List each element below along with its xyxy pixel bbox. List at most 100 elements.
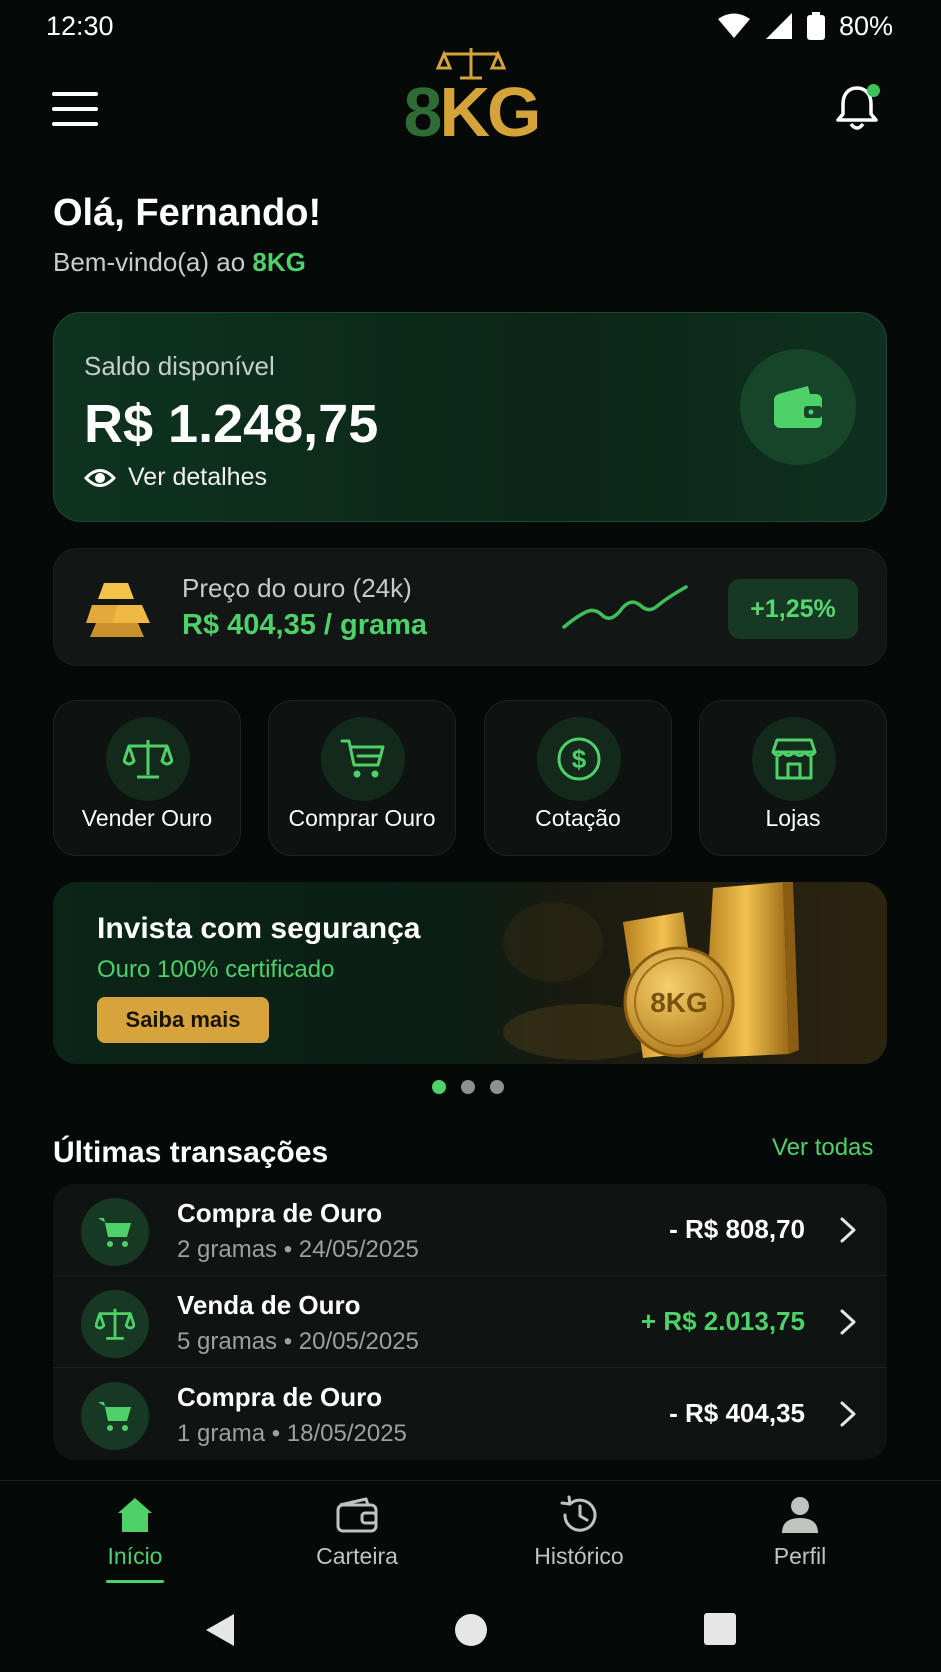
nav-profile[interactable]: Perfil (710, 1495, 890, 1575)
gold-price-label: Preço do ouro (24k) (182, 573, 412, 603)
gold-price-card[interactable]: Preço do ouro (24k) R$ 404,35 / grama +1… (53, 548, 887, 666)
price-change-badge: +1,25% (728, 579, 858, 639)
back-icon[interactable] (204, 1612, 236, 1648)
transaction-title: Compra de Ouro (177, 1382, 383, 1412)
status-icons: 80% (717, 11, 893, 42)
logo-digit: 8 (403, 73, 443, 151)
nav-home[interactable]: Início (45, 1495, 225, 1575)
banner-title: Invista com segurança (97, 912, 421, 945)
cart-icon (98, 1402, 131, 1431)
gold-bars-icon (86, 583, 150, 637)
gold-price-value: R$ 404,35 / grama (182, 609, 428, 641)
balance-value: R$ 1.248,75 (84, 394, 379, 454)
promo-banner[interactable]: 8KG Invista com segurança Ouro 100% cert… (53, 882, 887, 1064)
transaction-row[interactable]: Compra de Ouro 1 grama • 18/05/2025 - R$… (53, 1368, 887, 1460)
carousel-indicator (432, 1080, 504, 1094)
sell-gold-label: Vender Ouro (81, 805, 213, 831)
svg-text:$: $ (572, 744, 587, 774)
greeting: Olá, Fernando! Bem-vindo(a) ao 8KG (53, 192, 321, 278)
nav-profile-label: Perfil (773, 1543, 827, 1569)
transaction-subtitle: 1 grama • 18/05/2025 (177, 1420, 407, 1447)
wifi-icon (717, 13, 750, 38)
balance-label: Saldo disponível (84, 351, 275, 381)
gold-bars-coin-image: 8KG (503, 882, 799, 1060)
transactions-list: Compra de Ouro 2 gramas • 24/05/2025 - R… (53, 1184, 887, 1460)
notification-button[interactable] (834, 84, 880, 137)
cart-icon (98, 1218, 131, 1247)
transaction-row[interactable]: Venda de Ouro 5 gramas • 20/05/2025 + R$… (53, 1276, 887, 1368)
quote-button[interactable]: $ Cotação (484, 700, 672, 856)
menu-icon-line (52, 107, 98, 111)
app-header: 8KG (0, 44, 941, 174)
menu-button[interactable] (52, 92, 98, 128)
wallet-icon (774, 386, 822, 428)
price-sparkline (562, 585, 688, 629)
quick-actions: Vender Ouro Comprar Ouro $ Cotação Lojas (53, 700, 887, 856)
dollar-icon: $ (557, 737, 601, 781)
history-icon (560, 1495, 597, 1532)
quote-label: Cotação (535, 805, 621, 831)
action-icon-circle (106, 717, 190, 801)
system-nav-bar (0, 1590, 941, 1672)
bottom-nav: Início Carteira Histórico Perfil (0, 1480, 941, 1580)
status-time: 12:30 (46, 10, 114, 41)
coin-text: 8KG (650, 987, 708, 1018)
stores-label: Lojas (765, 805, 821, 831)
view-all-link[interactable]: Ver todas (772, 1134, 873, 1162)
buy-gold-button[interactable]: Comprar Ouro (268, 700, 456, 856)
transactions-title: Últimas transações (53, 1136, 329, 1169)
menu-icon-line (52, 122, 98, 126)
logo-letters: KG (439, 73, 541, 151)
carousel-dot[interactable] (461, 1080, 475, 1094)
nav-history-label: Histórico (534, 1543, 624, 1569)
scale-icon (95, 1308, 135, 1340)
chevron-right-icon (840, 1401, 856, 1427)
signal-icon (765, 13, 792, 39)
nav-active-indicator (106, 1580, 164, 1583)
transaction-icon-circle (81, 1382, 149, 1450)
transaction-icon-circle (81, 1198, 149, 1266)
balance-card: Saldo disponível R$ 1.248,75 Ver detalhe… (53, 312, 887, 522)
greeting-subtitle-text: Bem-vindo(a) ao (53, 247, 253, 277)
transaction-subtitle: 2 gramas • 24/05/2025 (177, 1236, 419, 1263)
action-icon-circle: $ (537, 717, 621, 801)
nav-home-label: Início (107, 1543, 163, 1569)
stores-button[interactable]: Lojas (699, 700, 887, 856)
transaction-row[interactable]: Compra de Ouro 2 gramas • 24/05/2025 - R… (53, 1184, 887, 1276)
home-icon (118, 1498, 152, 1532)
greeting-subtitle: Bem-vindo(a) ao 8KG (53, 247, 321, 278)
cart-icon (340, 739, 385, 778)
transaction-subtitle: 5 gramas • 20/05/2025 (177, 1328, 419, 1355)
nav-history[interactable]: Histórico (489, 1495, 669, 1575)
chevron-right-icon (840, 1217, 856, 1243)
wallet-icon (336, 1497, 378, 1533)
greeting-brand: 8KG (252, 247, 306, 277)
action-icon-circle (321, 717, 405, 801)
eye-icon (84, 468, 116, 487)
action-icon-circle (752, 717, 836, 801)
notification-badge (867, 84, 880, 97)
home-circle-icon[interactable] (453, 1612, 489, 1648)
transaction-title: Compra de Ouro (177, 1198, 383, 1228)
carousel-dot[interactable] (490, 1080, 504, 1094)
transaction-title: Venda de Ouro (177, 1290, 361, 1320)
banner-subtitle: Ouro 100% certificado (97, 956, 335, 983)
view-details-button[interactable]: Ver detalhes (84, 463, 267, 492)
transaction-amount: + R$ 2.013,75 (640, 1306, 805, 1336)
person-icon (782, 1497, 818, 1533)
transaction-amount: - R$ 404,35 (669, 1398, 805, 1428)
view-details-label: Ver detalhes (128, 463, 267, 491)
logo-wordmark: 8KG (400, 72, 542, 152)
nav-wallet[interactable]: Carteira (267, 1495, 447, 1575)
learn-more-button[interactable]: Saiba mais (97, 997, 269, 1043)
menu-icon-line (52, 92, 98, 96)
transaction-amount: - R$ 808,70 (669, 1214, 805, 1244)
battery-percent: 80% (838, 10, 893, 41)
app-logo: 8KG (400, 44, 542, 151)
sell-gold-button[interactable]: Vender Ouro (53, 700, 241, 856)
nav-wallet-label: Carteira (316, 1543, 398, 1569)
greeting-title: Olá, Fernando! (53, 192, 322, 234)
wallet-button[interactable] (740, 349, 856, 465)
recents-icon[interactable] (703, 1612, 737, 1646)
carousel-dot[interactable] (432, 1080, 446, 1094)
